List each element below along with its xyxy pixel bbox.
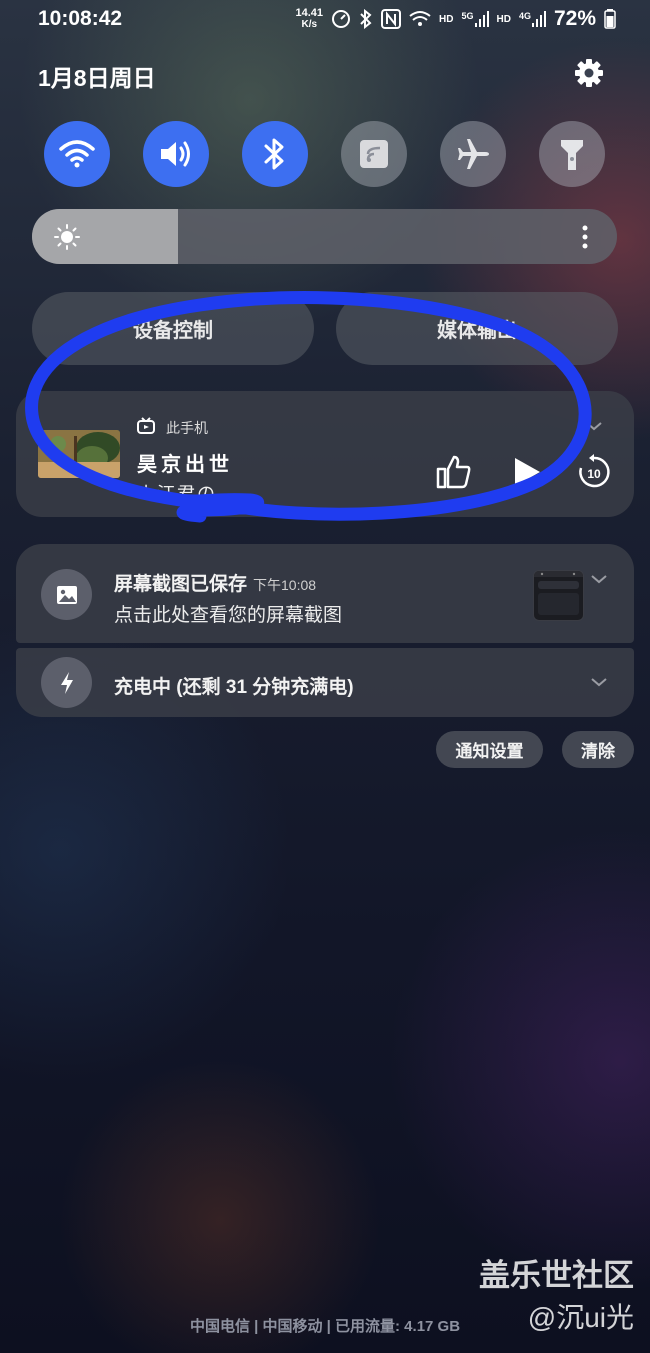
chevron-down-icon[interactable] [590, 676, 608, 688]
net-speed-value: 14.41 [295, 7, 324, 19]
tile-airplane-mode[interactable] [440, 121, 506, 187]
bluetooth-icon [264, 138, 284, 170]
status-icons: 14.41 K/s HD 5G HD 4G 72% [296, 6, 617, 32]
media-title: 昊京出世 [137, 454, 233, 476]
phone-speaker-icon [137, 417, 155, 434]
watermark-site: 盖乐世社区 [479, 1258, 634, 1293]
tile-bluetooth[interactable] [242, 121, 308, 187]
tile-sound[interactable] [143, 121, 209, 187]
flashlight-icon [561, 140, 583, 170]
signal-5g: 5G [461, 11, 489, 27]
status-time: 10:08:42 [38, 7, 123, 30]
screenshot-thumbnail[interactable] [533, 570, 584, 621]
bluetooth-icon [360, 9, 372, 29]
volume-icon [161, 141, 190, 167]
more-options-icon[interactable] [582, 224, 588, 250]
chevron-down-icon[interactable] [590, 573, 608, 585]
notification-time: 下午10:08 [253, 577, 317, 593]
signal-5g-label: 5G [461, 11, 474, 21]
notification-text: 点击此处查看您的屏幕截图 [114, 605, 343, 626]
nfc-icon [360, 140, 388, 168]
tile-flashlight[interactable] [539, 121, 605, 187]
play-icon[interactable] [512, 456, 542, 488]
carrier-info: 中国电信 | 中国移动 | 已用流量: 4.17 GB [189, 1318, 461, 1335]
signal-icon-2 [531, 11, 546, 27]
device-control-button[interactable]: 设备控制 [32, 292, 314, 365]
brightness-slider[interactable] [32, 209, 617, 264]
signal-4g: 4G [519, 11, 546, 27]
thumbs-up-icon[interactable] [436, 455, 472, 489]
media-source-label: 此手机 [166, 420, 208, 436]
image-icon [41, 569, 92, 620]
hd-label-2: HD [496, 13, 511, 25]
date-label: 1月8日周日 [38, 65, 156, 91]
charging-title: 充电中 (还剩 31 分钟充满电) [114, 677, 354, 698]
net-speed-unit: K/s [301, 19, 318, 30]
hd-label: HD [439, 13, 454, 25]
tile-wifi[interactable] [44, 121, 110, 187]
net-speed: 14.41 K/s [295, 7, 324, 31]
screenshot-notification-header: 屏幕截图已保存 下午10:08 [114, 569, 316, 596]
nfc-icon [381, 9, 402, 29]
battery-percent: 72% [553, 7, 596, 30]
album-art [38, 430, 120, 478]
gear-icon[interactable] [573, 57, 605, 89]
battery-icon [604, 9, 616, 29]
speed-icon [332, 10, 351, 28]
notification-shade: 10:08:42 14.41 K/s HD 5G HD 4G 72% 1月8日周… [0, 0, 650, 1353]
tile-nfc[interactable] [341, 121, 407, 187]
forward-10-icon[interactable]: 10 [576, 454, 612, 490]
bolt-icon [41, 657, 92, 708]
notification-settings-button[interactable]: 通知设置 [436, 731, 543, 768]
notification-title: 屏幕截图已保存 [114, 574, 248, 595]
media-output-button[interactable]: 媒体输出 [336, 292, 618, 365]
signal-icon [474, 11, 489, 27]
chevron-down-icon[interactable] [585, 420, 603, 432]
media-artist: 小汪君の [137, 484, 217, 498]
sun-icon [54, 224, 80, 250]
airplane-icon [458, 139, 489, 169]
wifi-icon [409, 11, 431, 26]
svg-text:10: 10 [587, 467, 601, 481]
wifi-icon [59, 140, 95, 168]
signal-4g-label: 4G [518, 11, 531, 21]
clear-button[interactable]: 清除 [562, 731, 634, 768]
